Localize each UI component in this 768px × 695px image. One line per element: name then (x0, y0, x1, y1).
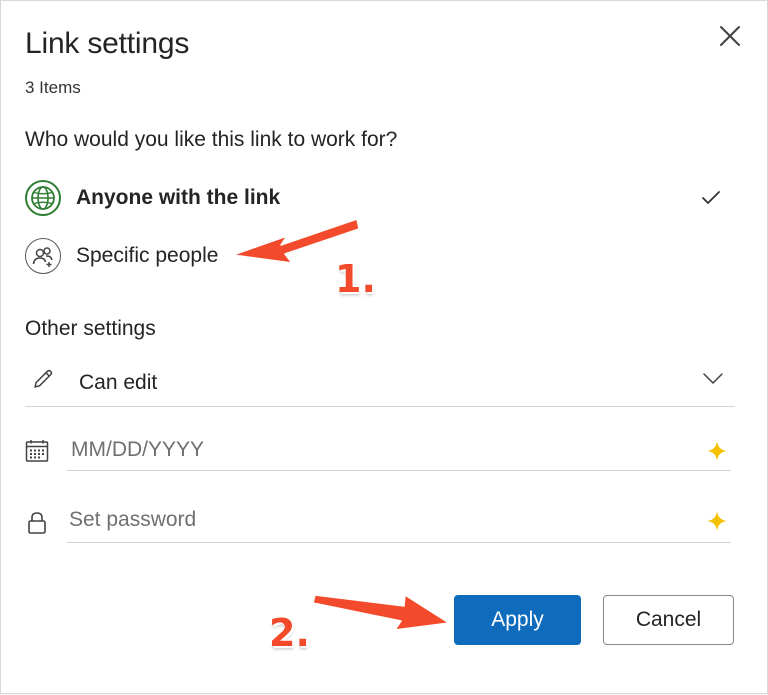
dialog-title: Link settings (25, 27, 190, 60)
permission-dropdown[interactable]: Can edit (25, 359, 735, 407)
close-button[interactable] (717, 23, 743, 49)
lock-icon (28, 512, 46, 534)
password-field[interactable]: Set password (25, 499, 735, 545)
annotation-step-2: 2. (269, 611, 310, 655)
other-settings-heading: Other settings (25, 317, 156, 340)
option-label: Specific people (76, 244, 219, 267)
annotation-arrow-1 (232, 218, 360, 264)
annotation-arrow-2 (312, 594, 450, 631)
pencil-icon (34, 369, 53, 388)
globe-icon (25, 180, 61, 216)
divider (25, 406, 735, 407)
annotation-step-1: 1. (335, 257, 376, 301)
apply-button[interactable]: Apply (454, 595, 581, 645)
sparkle-icon (707, 511, 727, 531)
expiration-date-input[interactable]: MM/DD/YYYY (71, 438, 204, 462)
cancel-button[interactable]: Cancel (603, 595, 734, 645)
checkmark-icon (702, 191, 720, 204)
option-specific-people[interactable]: Specific people (25, 236, 285, 276)
divider (67, 470, 731, 471)
sparkle-icon (707, 441, 727, 461)
chevron-down-icon (703, 373, 723, 384)
divider (67, 542, 731, 543)
people-icon (25, 238, 61, 274)
option-anyone-with-link[interactable]: Anyone with the link (25, 178, 745, 218)
permission-value: Can edit (79, 371, 158, 394)
close-icon (720, 26, 740, 46)
link-settings-dialog: Link settings 3 Items Who would you like… (0, 0, 768, 694)
calendar-icon (25, 440, 49, 462)
password-input[interactable]: Set password (69, 508, 196, 532)
expiration-date-field[interactable]: MM/DD/YYYY (25, 429, 735, 473)
audience-question: Who would you like this link to work for… (25, 128, 398, 151)
item-count: 3 Items (25, 78, 81, 97)
option-label: Anyone with the link (76, 186, 281, 209)
